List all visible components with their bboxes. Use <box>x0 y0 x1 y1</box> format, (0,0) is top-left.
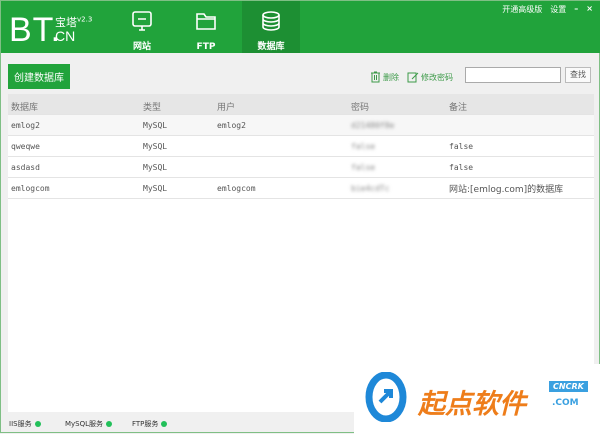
col-header[interactable]: 备注 <box>449 100 467 113</box>
cell-password: d21480f8e <box>351 121 395 130</box>
status-label: IIS服务 <box>9 420 32 428</box>
table-row[interactable]: emlogcom MySQL emlogcom bie4cdTc 网站:[emlog.c… <box>8 178 594 199</box>
tab-label: FTP <box>196 42 216 52</box>
cell-name: qweqwe <box>11 142 40 151</box>
cell-type: MySQL <box>143 142 168 151</box>
logo-domain: CN <box>55 28 76 44</box>
search-button[interactable]: 查找 <box>565 67 591 83</box>
watermark-badge: CNCRK <box>549 381 588 392</box>
status-dot <box>34 421 41 427</box>
header: BT. 宝塔v2.3 CN 网站 FTP 数据库 开通高级版 设置 – × <box>1 1 600 53</box>
watermark-text: 起点软件 <box>418 389 526 420</box>
watermark-domain: .COM <box>552 398 579 408</box>
monitor-icon <box>132 11 152 31</box>
cell-password: false <box>351 142 376 151</box>
upgrade-link[interactable]: 开通高级版 <box>502 4 542 15</box>
cell-user: emlogcom <box>217 184 256 193</box>
cell-note: false <box>449 163 474 172</box>
cell-type: MySQL <box>143 163 168 172</box>
cell-name: asdasd <box>11 163 40 172</box>
watermark-logo-icon <box>365 372 407 422</box>
search-input[interactable] <box>465 67 561 83</box>
minimize-button[interactable]: – <box>574 4 578 15</box>
table-header: 数据库 类型 用户 密码 备注 <box>8 94 594 115</box>
col-header[interactable]: 用户 <box>217 100 235 113</box>
status-dot <box>161 421 168 427</box>
cell-name: emlog2 <box>11 121 40 130</box>
version: v2.3 <box>77 15 93 24</box>
col-header[interactable]: 密码 <box>351 100 369 113</box>
cell-type: MySQL <box>143 121 168 130</box>
cell-password: false <box>351 163 376 172</box>
database-icon <box>262 11 280 31</box>
ftp-status: FTP服务 <box>132 419 168 429</box>
table-row[interactable]: asdasd MySQL false false <box>8 157 594 178</box>
watermark: 起点软件 CNCRK .COM <box>354 364 600 434</box>
cell-type: MySQL <box>143 184 168 193</box>
delete-label: 删除 <box>383 72 399 82</box>
tab-ftp[interactable]: FTP <box>177 1 235 53</box>
delete-button[interactable]: 删除 <box>370 71 399 83</box>
trash-icon <box>371 71 380 83</box>
settings-link[interactable]: 设置 <box>550 4 566 15</box>
status-dot <box>106 421 113 427</box>
col-header[interactable]: 数据库 <box>11 100 38 113</box>
change-password-label: 修改密码 <box>421 72 453 82</box>
mysql-status: MySQL服务 <box>65 419 113 429</box>
tab-label: 网站 <box>132 42 151 52</box>
table-row[interactable]: emlog2 MySQL emlog2 d21480f8e <box>8 115 594 136</box>
iis-status: IIS服务 <box>9 419 41 429</box>
col-header[interactable]: 类型 <box>143 100 161 113</box>
close-button[interactable]: × <box>586 4 593 15</box>
top-links: 开通高级版 设置 – × <box>502 4 593 15</box>
tab-database[interactable]: 数据库 <box>242 1 300 53</box>
cell-note: false <box>449 142 474 151</box>
create-database-button[interactable]: 创建数据库 <box>8 64 70 89</box>
cell-name: emlogcom <box>11 184 50 193</box>
cell-password: bie4cdTc <box>351 184 390 193</box>
folder-icon <box>196 13 216 30</box>
tab-label: 数据库 <box>257 42 285 52</box>
status-label: MySQL服务 <box>65 420 104 428</box>
logo-text: BT. <box>9 11 62 49</box>
edit-icon <box>407 72 419 83</box>
toolbar: 创建数据库 删除 修改密码 查找 <box>1 53 600 91</box>
status-label: FTP服务 <box>132 420 159 428</box>
cell-user: emlog2 <box>217 121 246 130</box>
change-password-button[interactable]: 修改密码 <box>407 71 453 83</box>
table-row[interactable]: qweqwe MySQL false false <box>8 136 594 157</box>
tab-website[interactable]: 网站 <box>113 1 171 53</box>
cell-note: 网站:[emlog.com]的数据库 <box>449 185 564 195</box>
